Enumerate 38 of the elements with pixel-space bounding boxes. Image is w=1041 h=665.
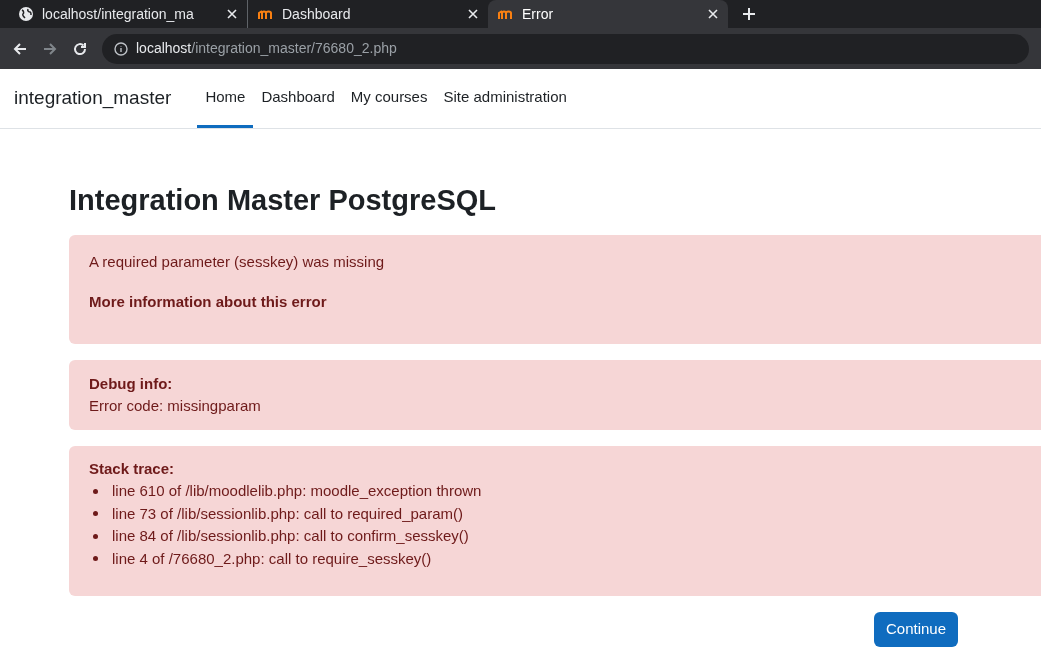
- stack-line: line 4 of /76680_2.php: call to require_sesskey(): [112, 548, 432, 569]
- url-text: localhost/integration_master/76680_2.php: [136, 39, 397, 58]
- nav-link[interactable]: Home: [197, 69, 254, 128]
- globe-icon: [18, 6, 34, 22]
- close-icon[interactable]: [468, 9, 478, 19]
- close-icon[interactable]: [708, 9, 718, 19]
- new-tab-icon[interactable]: [742, 7, 756, 21]
- nav-link[interactable]: Site administration: [435, 69, 575, 128]
- page-heading: Integration Master PostgreSQL: [69, 183, 497, 218]
- info-icon: [114, 41, 128, 56]
- debug-title: Debug info:: [89, 373, 173, 394]
- stack-line: line 84 of /lib/sessionlib.php: call to confirm_sesskey(): [112, 526, 469, 546]
- bullet-icon: [93, 488, 98, 494]
- nav-link[interactable]: Dashboard: [253, 69, 343, 128]
- tab-title: localhost/integration_ma: [42, 4, 195, 24]
- more-info-link[interactable]: More information about this error: [89, 291, 327, 314]
- continue-button[interactable]: Continue: [873, 612, 958, 647]
- forward-icon[interactable]: [42, 40, 58, 57]
- back-icon[interactable]: [12, 40, 28, 57]
- moodle-logo-icon: [498, 8, 514, 20]
- stack-line: line 73 of /lib/sessionlib.php: call to required_param(): [112, 503, 464, 524]
- bullet-icon: [93, 556, 98, 562]
- browser-tab[interactable]: Dashboard: [248, 0, 488, 28]
- stack-title: Stack trace:: [89, 458, 175, 479]
- stack-line: line 610 of /lib/moodlelib.php: moodle_exception thrown: [112, 481, 482, 501]
- address-bar[interactable]: localhost/integration_master/76680_2.php: [102, 33, 1029, 64]
- nav-link[interactable]: My courses: [342, 69, 436, 128]
- bullet-icon: [93, 533, 98, 539]
- close-icon[interactable]: [227, 9, 237, 19]
- reload-icon[interactable]: [72, 40, 88, 57]
- tab-title: Dashboard: [282, 4, 352, 24]
- moodle-logo-icon: [258, 8, 274, 20]
- tab-title: Error: [522, 4, 555, 24]
- bullet-icon: [93, 511, 98, 517]
- site-name[interactable]: integration_master: [14, 84, 172, 113]
- browser-tab[interactable]: Error: [488, 0, 728, 28]
- error-code: Error code: missingparam: [89, 395, 261, 416]
- error-message: A required parameter (sesskey) was missing: [89, 251, 385, 272]
